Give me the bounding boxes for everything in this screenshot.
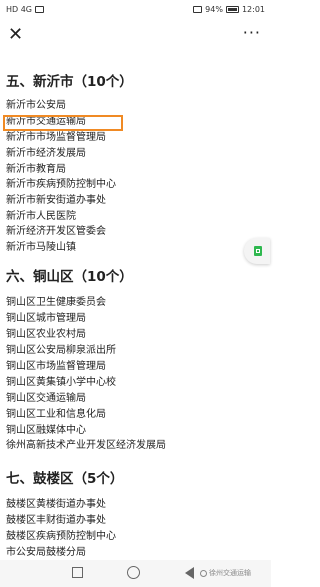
recent-apps-icon[interactable]	[72, 567, 83, 578]
battery-icon	[225, 6, 239, 13]
clock: 12:01	[241, 5, 265, 14]
status-bar: HD 4G 94% 12:01	[0, 0, 271, 20]
home-icon[interactable]	[127, 566, 140, 579]
watermark: 徐州交通运输	[200, 568, 251, 578]
list-item: 徐州高新技术产业开发区经济发展局	[6, 440, 166, 451]
signal-icon	[35, 6, 45, 13]
network-indicators: HD 4G	[6, 5, 45, 14]
list-item: 铜山区工业和信息化局	[6, 409, 106, 420]
system-nav-bar: 徐州交通运输	[0, 560, 271, 587]
highlight-box	[3, 115, 123, 131]
list-item: 新沂市公安局	[6, 100, 66, 111]
battery-percent: 94%	[205, 5, 223, 14]
list-item: 铜山区市场监督管理局	[6, 361, 106, 372]
list-item: 铜山区融媒体中心	[6, 425, 86, 436]
list-item: 新沂市经济发展局	[6, 148, 86, 159]
watermark-text: 徐州交通运输	[209, 569, 251, 577]
status-right: 94% 12:01	[193, 5, 265, 14]
watermark-logo-icon	[200, 569, 207, 577]
list-item: 新沂市疾病预防控制中心	[6, 179, 116, 190]
section-heading-xinyi: 五、新沂市（10个）	[6, 74, 133, 90]
list-item: 铜山区黄集镇小学中心校	[6, 377, 116, 388]
top-nav: ✕ ···	[0, 20, 271, 52]
list-item: 新沂经济开发区管委会	[6, 226, 106, 237]
list-item: 鼓楼区黄楼街道办事处	[6, 499, 106, 510]
list-item: 铜山区农业农村局	[6, 329, 86, 340]
more-menu-icon[interactable]: ···	[243, 22, 261, 44]
list-item: 新沂市新安街道办事处	[6, 195, 106, 206]
list-item: 新沂市人民医院	[6, 211, 76, 222]
list-item: 铜山区公安局柳泉派出所	[6, 345, 116, 356]
list-item: 铜山区城市管理局	[6, 313, 86, 324]
list-item: 鼓楼区丰财街道办事处	[6, 515, 106, 526]
floating-side-button[interactable]	[244, 238, 270, 264]
network-label: HD 4G	[6, 5, 33, 14]
section-heading-gulou: 七、鼓楼区（5个）	[6, 471, 124, 487]
list-item: 新沂市市场监督管理局	[6, 132, 106, 143]
back-icon[interactable]	[185, 567, 194, 579]
section-heading-tongshan: 六、铜山区（10个）	[6, 269, 133, 285]
list-item: 市公安局鼓楼分局	[6, 547, 86, 558]
list-item: 新沂市马陵山镇	[6, 242, 76, 253]
alarm-icon	[193, 6, 203, 13]
list-item: 铜山区交通运输局	[6, 393, 86, 404]
list-item: 鼓楼区疾病预防控制中心	[6, 531, 116, 542]
list-item: 新沂市教育局	[6, 164, 66, 175]
close-icon[interactable]: ✕	[8, 24, 23, 46]
document-icon	[254, 246, 262, 256]
list-item: 铜山区卫生健康委员会	[6, 297, 106, 308]
